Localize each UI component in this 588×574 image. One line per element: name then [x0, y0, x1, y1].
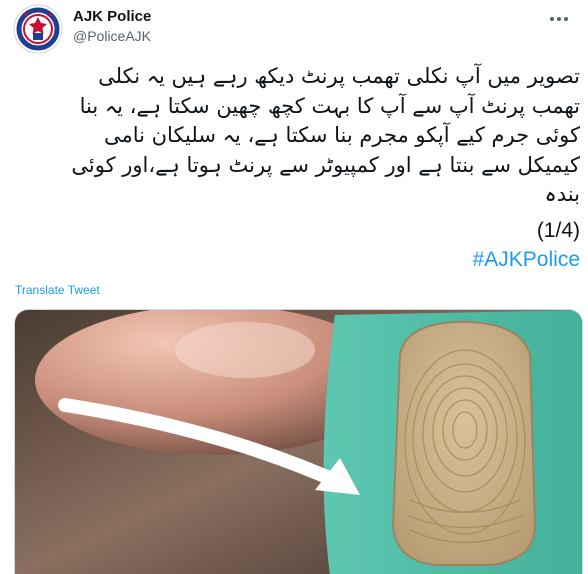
author-name[interactable]: AJK Police — [73, 8, 151, 25]
more-options-icon[interactable] — [545, 10, 573, 28]
thread-counter: (1/4) — [536, 219, 580, 242]
fake-thumbprint-photo — [15, 310, 582, 574]
police-emblem-logo — [13, 4, 63, 54]
tweet-text: تصویر میں آپ نکلی تھمب پرنٹ دیکھ رہے ہیں… — [71, 64, 580, 206]
tweet: AJK Police @PoliceAJK تصویر میں آپ نکلی … — [0, 0, 588, 574]
avatar[interactable] — [13, 4, 63, 54]
author-handle[interactable]: @PoliceAJK — [73, 28, 151, 44]
translate-tweet-link[interactable]: Translate Tweet — [15, 283, 100, 297]
hashtag-link[interactable]: #AJKPolice — [473, 248, 580, 272]
tweet-media-image[interactable] — [14, 309, 583, 574]
